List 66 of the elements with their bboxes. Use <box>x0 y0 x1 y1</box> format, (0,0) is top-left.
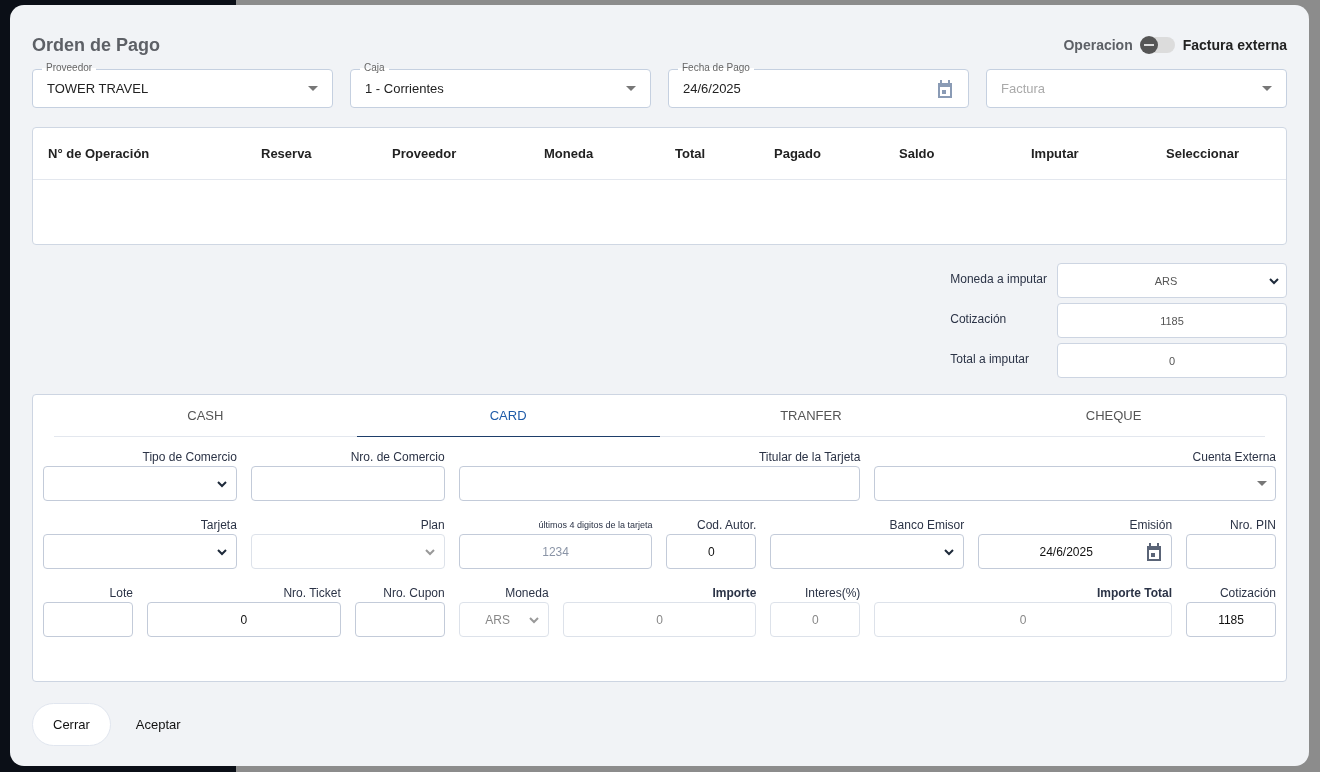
field-label: Nro. de Comercio <box>349 450 445 466</box>
dropdown-field[interactable] <box>874 466 1276 501</box>
column-header: Pagado <box>773 146 822 161</box>
payment-tab[interactable]: CHEQUE <box>962 395 1265 437</box>
select-field[interactable] <box>770 534 965 569</box>
select-field[interactable] <box>43 466 237 501</box>
input-field[interactable] <box>250 466 445 501</box>
caret-icon <box>626 86 636 91</box>
field-label: Moneda <box>504 586 549 602</box>
field-label: Cuenta Externa <box>1191 450 1276 466</box>
column-header: Proveedor <box>391 146 458 161</box>
payment-tab[interactable]: TRANFER <box>659 395 963 437</box>
input-field[interactable] <box>43 602 133 637</box>
field-label: Interes(%) <box>803 586 861 602</box>
column-header: Imputar <box>1030 146 1080 161</box>
column-header: N° de Operación <box>47 146 151 161</box>
accept-button[interactable]: Aceptar <box>114 703 202 746</box>
caret-icon <box>1262 86 1272 91</box>
close-button[interactable]: Cerrar <box>32 703 111 746</box>
field-label: Nro. Ticket <box>282 586 341 602</box>
input-field[interactable]: 0 <box>146 602 341 637</box>
caret-icon <box>308 86 318 91</box>
field-label: Total a imputar <box>950 351 1030 368</box>
input-field[interactable]: 0 <box>666 534 757 569</box>
field-label: últimos 4 digitos de la tarjeta <box>537 519 653 532</box>
field-label: Moneda a imputar <box>950 271 1047 288</box>
calendar-icon <box>936 79 954 98</box>
field-label: Banco Emisor <box>888 518 965 534</box>
column-header: Reserva <box>260 146 313 161</box>
field-label: Tipo de Comercio <box>141 450 237 466</box>
field-label: Cod. Autor. <box>696 518 757 534</box>
column-header: Seleccionar <box>1165 146 1240 161</box>
field-label: Titular de la Tarjeta <box>757 450 861 466</box>
input-field[interactable]: 1185 <box>1057 303 1287 338</box>
column-header: Saldo <box>898 146 936 161</box>
column-header: Total <box>674 146 707 161</box>
field-label: Plan <box>419 518 445 534</box>
toggle-label: Factura externa <box>1182 37 1287 53</box>
input-field[interactable]: 1185 <box>1186 602 1276 637</box>
input-field[interactable] <box>458 466 861 501</box>
field-label: Tarjeta <box>199 518 237 534</box>
field-label: Cotización <box>1218 586 1276 602</box>
date-field[interactable]: 24/6/2025 <box>978 534 1173 569</box>
field-label: Caja <box>360 62 389 74</box>
toggle-switch[interactable] <box>1140 37 1175 53</box>
calendar-icon <box>1145 542 1164 561</box>
field-label: Emisión <box>1128 518 1173 534</box>
field-label: Importe <box>711 586 757 602</box>
field-label: Proveedor <box>42 62 97 74</box>
field-label: Nro. PIN <box>1228 518 1276 534</box>
select-field[interactable] <box>43 534 237 569</box>
payment-tab[interactable]: CARD <box>356 395 660 437</box>
caret-icon <box>1257 481 1267 486</box>
column-header: Moneda <box>543 146 595 161</box>
dialog-title: Orden de Pago <box>32 34 161 56</box>
field-label: Nro. Cupon <box>382 586 445 602</box>
field-label: Importe Total <box>1095 586 1173 602</box>
field-label: Lote <box>108 586 133 602</box>
input-field[interactable]: 0 <box>1057 343 1287 378</box>
select-field[interactable]: ARS <box>1057 263 1287 298</box>
input-field[interactable] <box>354 602 445 637</box>
field-label: Fecha de Pago <box>678 62 754 74</box>
input-field[interactable] <box>1186 534 1276 569</box>
payment-tab[interactable]: CASH <box>54 395 357 437</box>
field-label: Cotización <box>950 311 1008 328</box>
toggle-label: Operacion <box>1063 37 1133 53</box>
